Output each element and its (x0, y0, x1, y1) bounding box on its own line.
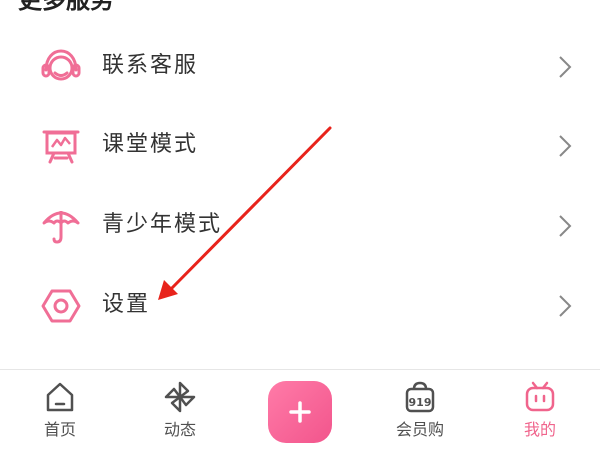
screen: 更多服务 联系客服 课堂模式 青少年模式 设置 首页 动态 919 会员购 我的 (0, 0, 600, 450)
tv-mascot-icon (524, 380, 556, 414)
menu-item-label: 课堂模式 (102, 132, 199, 157)
chevron-right-icon (556, 293, 574, 319)
menu-item-settings[interactable]: 设置 (0, 275, 600, 335)
classroom-icon (40, 127, 82, 165)
plus-icon (289, 401, 311, 423)
menu-item-teen-mode[interactable]: 青少年模式 (0, 195, 600, 255)
tab-label: 会员购 (395, 420, 444, 439)
menu-item-contact-support[interactable]: 联系客服 (0, 36, 600, 96)
settings-icon (40, 287, 82, 325)
tab-mine[interactable]: 我的 (500, 378, 580, 448)
chevron-right-icon (556, 54, 574, 80)
shopping-bag-icon: 919 (404, 380, 436, 414)
headset-icon (40, 48, 82, 86)
svg-text:919: 919 (409, 396, 432, 409)
section-title: 更多服务 (18, 0, 114, 14)
tab-label: 首页 (43, 420, 76, 439)
home-icon (44, 380, 76, 414)
tab-label: 我的 (523, 420, 556, 439)
tab-home[interactable]: 首页 (20, 378, 100, 448)
menu-item-label: 设置 (102, 292, 151, 317)
tab-member-shop[interactable]: 919 会员购 (380, 378, 460, 448)
pinwheel-icon (164, 380, 196, 414)
menu-item-label: 青少年模式 (102, 212, 223, 237)
chevron-right-icon (556, 213, 574, 239)
chevron-right-icon (556, 133, 574, 159)
menu-item-label: 联系客服 (102, 53, 199, 78)
create-post-button[interactable] (268, 381, 332, 443)
menu-item-classroom-mode[interactable]: 课堂模式 (0, 115, 600, 175)
umbrella-icon (40, 207, 82, 245)
tab-dynamics[interactable]: 动态 (140, 378, 220, 448)
tab-label: 动态 (163, 420, 196, 439)
